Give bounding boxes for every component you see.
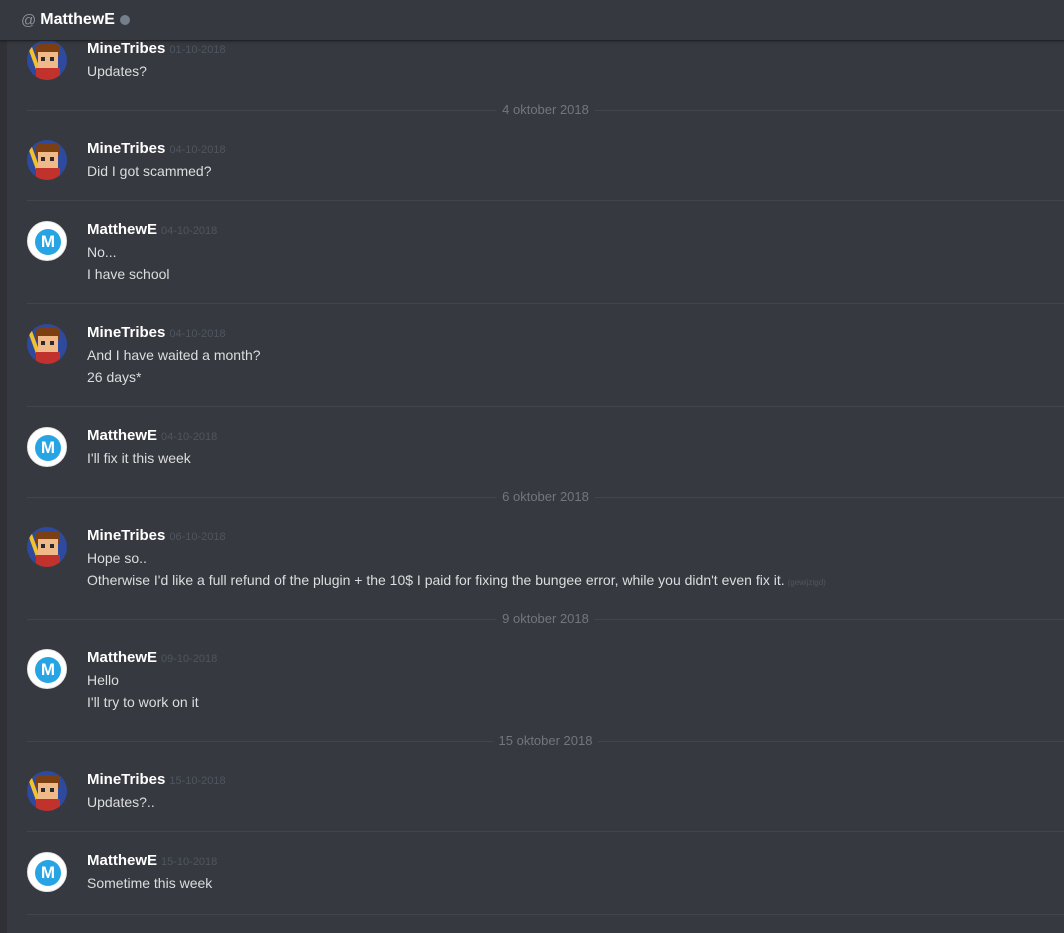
dm-recipient-name[interactable]: MatthewE (40, 11, 115, 29)
message-text-edited: Otherwise I'd like a full refund of the … (87, 572, 826, 588)
message-divider (27, 303, 1064, 304)
edited-label: (gewijzigd) (787, 578, 826, 587)
timestamp: 06-10-2018 (169, 531, 226, 543)
message-text: Hope so.. (87, 550, 147, 566)
channel-header: @ MatthewE (0, 0, 1064, 41)
date-divider: 4 oktober 2018 (27, 102, 1064, 118)
timestamp: 04-10-2018 (161, 225, 218, 237)
message-divider (27, 200, 1064, 201)
avatar[interactable]: M (27, 649, 67, 689)
username[interactable]: MineTribes (87, 40, 165, 57)
avatar[interactable] (27, 324, 67, 364)
message-text: No... (87, 244, 117, 260)
offline-status-icon (119, 15, 130, 25)
avatar[interactable]: M (27, 427, 67, 467)
avatar[interactable]: M (27, 852, 67, 892)
message-divider (27, 914, 1064, 915)
message-text: Updates?.. (87, 794, 155, 810)
date-divider: 6 oktober 2018 (27, 489, 1064, 505)
date-divider: 9 oktober 2018 (27, 611, 1064, 627)
message-text: I'll try to work on it (87, 694, 199, 710)
timestamp: 09-10-2018 (161, 653, 218, 665)
avatar[interactable] (27, 40, 67, 80)
avatar[interactable]: M (27, 221, 67, 261)
message-text: Did I got scammed? (87, 163, 212, 179)
message-text: 26 days* (87, 369, 142, 385)
username[interactable]: MatthewE (87, 427, 157, 444)
message-text: I'll fix it this week (87, 450, 191, 466)
message-text: Sometime this week (87, 875, 213, 891)
timestamp: 15-10-2018 (169, 775, 226, 787)
username[interactable]: MineTribes (87, 324, 165, 341)
message-text: And I have waited a month? (87, 347, 261, 363)
message-divider (27, 406, 1064, 407)
message-divider (27, 831, 1064, 832)
avatar[interactable] (27, 771, 67, 811)
message-text: Hello (87, 672, 119, 688)
username[interactable]: MatthewE (87, 649, 157, 666)
timestamp: 04-10-2018 (169, 328, 226, 340)
username[interactable]: MatthewE (87, 221, 157, 238)
avatar[interactable] (27, 527, 67, 567)
at-icon: @ (21, 11, 37, 29)
left-edge-bar (0, 0, 7, 933)
date-divider: 15 oktober 2018 (27, 733, 1064, 749)
username[interactable]: MatthewE (87, 852, 157, 869)
username[interactable]: MineTribes (87, 527, 165, 544)
message-text: Updates? (87, 63, 147, 79)
timestamp: 04-10-2018 (161, 431, 218, 443)
timestamp: 01-10-2018 (169, 44, 226, 56)
timestamp: 04-10-2018 (169, 144, 226, 156)
avatar[interactable] (27, 140, 67, 180)
username[interactable]: MineTribes (87, 771, 165, 788)
username[interactable]: MineTribes (87, 140, 165, 157)
message-text: I have school (87, 266, 170, 282)
timestamp: 15-10-2018 (161, 856, 218, 868)
